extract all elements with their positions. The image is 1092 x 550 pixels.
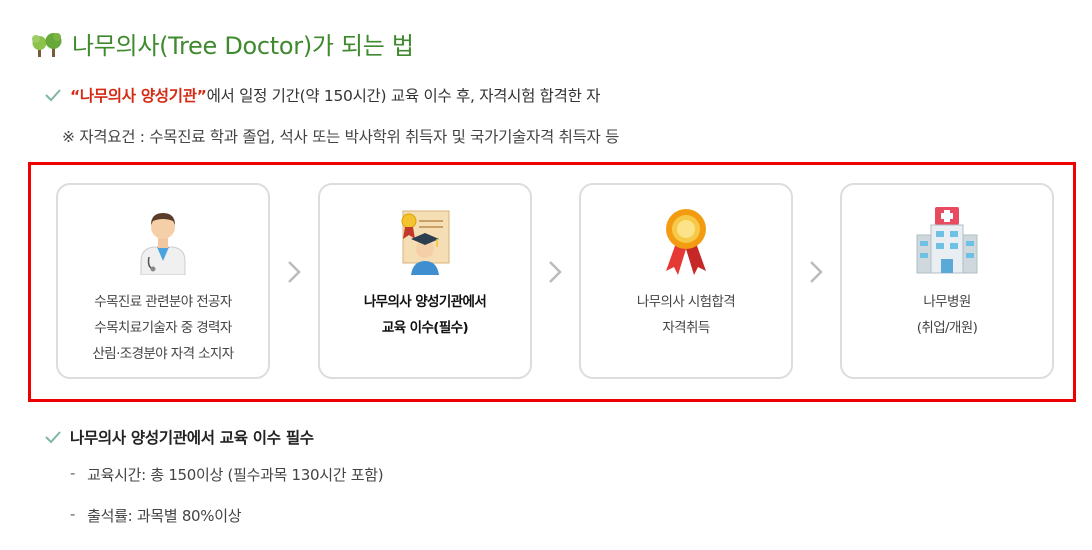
hospital-icon: [916, 207, 978, 274]
award-medal-icon: [666, 209, 706, 275]
step-card-exam: 나무의사 시험합격 자격취득: [579, 183, 793, 379]
step-line: 교육 이수(필수): [381, 320, 469, 336]
step-line: 자격취득: [662, 320, 710, 336]
page-title: 나무의사(Tree Doctor)가 되는 법: [72, 32, 414, 60]
step-line: 나무의사 양성기관에서: [363, 294, 487, 310]
dash-bullet: -: [70, 505, 76, 523]
education-item-text: 출석률: 과목별 80%이상: [87, 507, 242, 525]
education-heading: 나무의사 양성기관에서 교육 이수 필수: [70, 429, 314, 447]
requirement-text: 에서 일정 기간(약 150시간) 교육 이수 후, 자격시험 합격한 자: [206, 87, 601, 105]
step-text: 나무의사 시험합격 자격취득: [581, 289, 791, 341]
step-line: 산림·조경분야 자격 소지자: [92, 346, 234, 362]
chevron-right-icon: [288, 261, 301, 283]
dash-bullet: -: [70, 464, 76, 482]
step-card-background: 수목진료 관련분야 전공자 수목치료기술자 중 경력자 산림·조경분야 자격 소…: [56, 183, 270, 379]
education-heading-line: 나무의사 양성기관에서 교육 이수 필수: [44, 426, 314, 448]
check-icon: [45, 89, 61, 102]
tree-icon: [32, 32, 62, 57]
step-line: (취업/개원): [916, 320, 978, 336]
education-item: - 교육시간: 총 150이상 (필수과목 130시간 포함): [70, 464, 384, 485]
step-line: 수목치료기술자 중 경력자: [94, 320, 232, 336]
page-header: 나무의사(Tree Doctor)가 되는 법: [30, 26, 414, 61]
step-line: 나무의사 시험합격: [636, 294, 736, 310]
check-icon: [45, 431, 61, 444]
step-line: 나무병원: [923, 294, 971, 310]
requirement-line: “나무의사 양성기관” 에서 일정 기간(약 150시간) 교육 이수 후, 자…: [44, 84, 600, 106]
step-card-hospital: 나무병원 (취업/개원): [840, 183, 1054, 379]
doctor-icon: [140, 213, 186, 275]
education-item: - 출석률: 과목별 80%이상: [70, 505, 242, 526]
training-institution-highlight: “나무의사 양성기관”: [70, 87, 207, 105]
step-text: 수목진료 관련분야 전공자 수목치료기술자 중 경력자 산림·조경분야 자격 소…: [58, 289, 268, 367]
chevron-right-icon: [810, 261, 823, 283]
chevron-right-icon: [549, 261, 562, 283]
education-item-text: 교육시간: 총 150이상 (필수과목 130시간 포함): [87, 466, 384, 484]
step-line: 수목진료 관련분야 전공자: [94, 294, 232, 310]
qualification-note: ※ 자격요건 : 수목진료 학과 졸업, 석사 또는 박사학위 취득자 및 국가…: [62, 128, 620, 146]
step-text: 나무의사 양성기관에서 교육 이수(필수): [320, 289, 530, 341]
graduate-certificate-icon: [401, 210, 450, 275]
step-card-training: 나무의사 양성기관에서 교육 이수(필수): [318, 183, 532, 379]
step-text: 나무병원 (취업/개원): [842, 289, 1052, 341]
